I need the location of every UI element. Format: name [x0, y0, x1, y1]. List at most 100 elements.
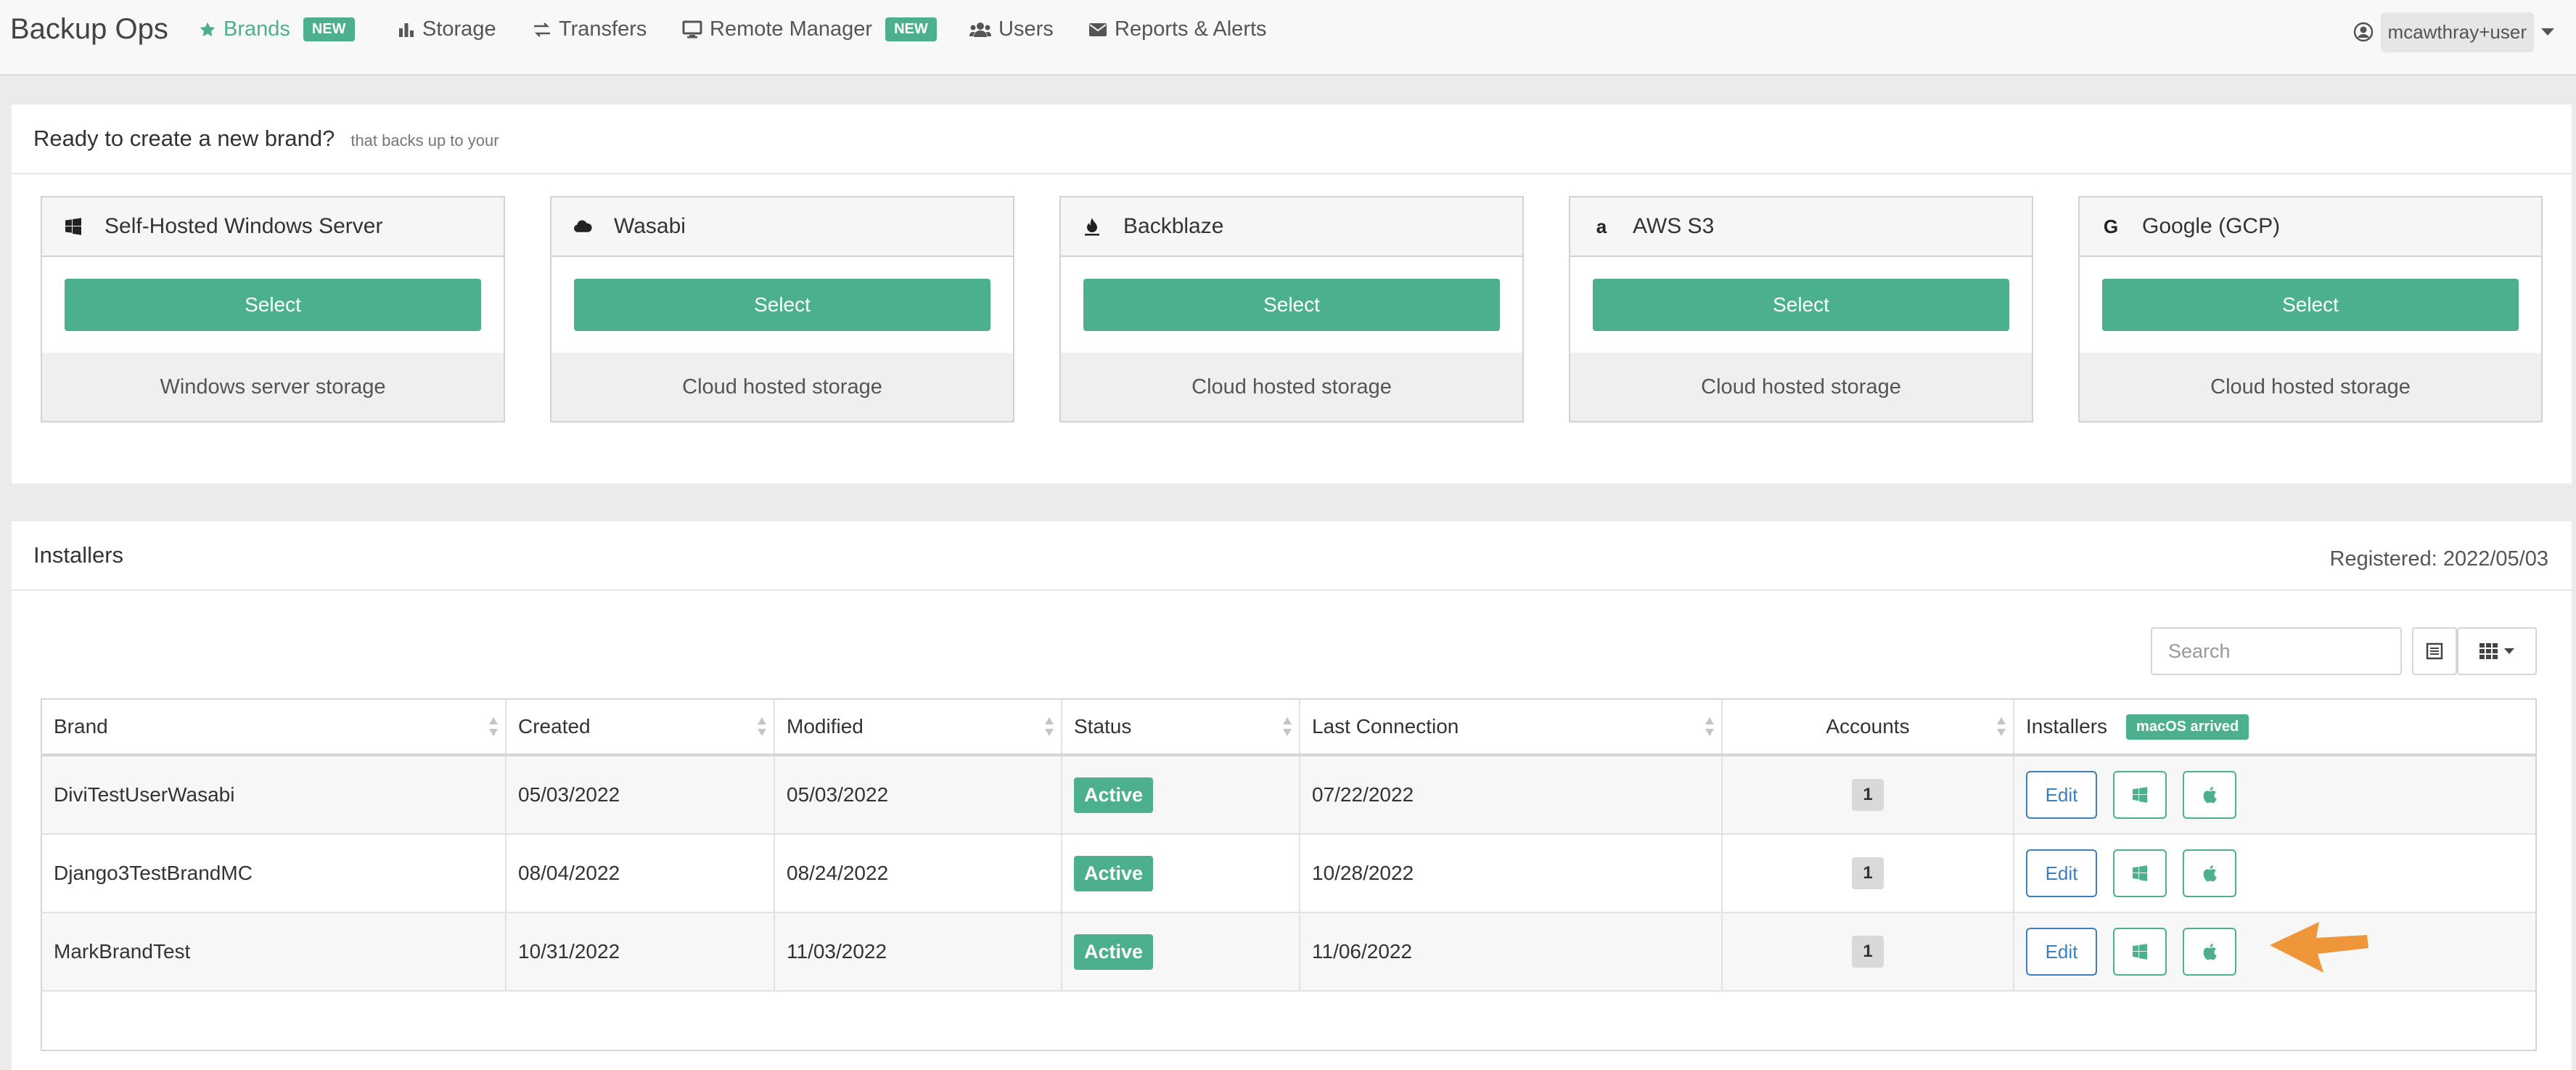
windows-icon — [2132, 944, 2148, 960]
bar-chart-icon — [399, 23, 414, 37]
column-label: Last Connection — [1312, 715, 1459, 738]
card-header: Backblaze — [1061, 197, 1522, 257]
column-label: Accounts — [1826, 715, 1910, 738]
nav-remote-manager[interactable]: Remote Manager NEW — [682, 17, 937, 41]
sort-icon — [1705, 717, 1714, 736]
windows-installer-button[interactable] — [2113, 928, 2167, 976]
card-body: Select — [1570, 257, 2032, 353]
storage-card-aws-s3: a AWS S3 Select Cloud hosted storage — [1569, 196, 2033, 422]
windows-icon — [64, 217, 83, 236]
card-body: Select — [1061, 257, 1522, 353]
cell-accounts: 1 — [1723, 913, 2014, 990]
cloud-icon — [573, 217, 592, 236]
card-header: Wasabi — [551, 197, 1013, 257]
storage-card-google-gcp: G Google (GCP) Select Cloud hosted stora… — [2078, 196, 2543, 422]
cell-accounts: 1 — [1723, 756, 2014, 833]
card-body: Select — [2080, 257, 2541, 353]
panel-subtitle: that backs up to your — [350, 131, 499, 150]
panel-heading: Ready to create a new brand? that backs … — [12, 105, 2572, 174]
card-header: a AWS S3 — [1570, 197, 2032, 257]
storage-card-backblaze: Backblaze Select Cloud hosted storage — [1059, 196, 1524, 422]
panel-heading: Installers — [12, 521, 2572, 591]
cell-created: 05/03/2022 — [506, 756, 775, 833]
column-header-created[interactable]: Created — [506, 700, 775, 754]
nav-label: Storage — [422, 17, 496, 41]
windows-icon — [2132, 865, 2148, 881]
card-header: G Google (GCP) — [2080, 197, 2541, 257]
select-button[interactable]: Select — [65, 279, 481, 331]
annotation-arrow-icon — [2270, 922, 2368, 973]
card-title: AWS S3 — [1633, 214, 1715, 238]
sort-icon — [1045, 717, 1054, 736]
cell-brand: DiviTestUserWasabi — [42, 756, 506, 833]
search-input[interactable] — [2151, 627, 2402, 675]
user-menu[interactable]: mcawthray+user — [2353, 9, 2554, 55]
macos-installer-button[interactable] — [2183, 928, 2236, 976]
table-row: DiviTestUserWasabi 05/03/2022 05/03/2022… — [42, 756, 2535, 835]
select-button[interactable]: Select — [574, 279, 990, 331]
nav-transfers[interactable]: Transfers — [533, 17, 647, 41]
edit-button[interactable]: Edit — [2026, 771, 2097, 819]
windows-installer-button[interactable] — [2113, 849, 2167, 897]
cell-created: 08/04/2022 — [506, 835, 775, 912]
amazon-icon: a — [1596, 215, 1607, 237]
column-label: Modified — [787, 715, 864, 738]
table-header: Brand Created Modified Status Last Conne… — [42, 700, 2535, 756]
macos-installer-button[interactable] — [2183, 849, 2236, 897]
select-button[interactable]: Select — [2102, 279, 2519, 331]
sort-icon — [489, 717, 498, 736]
select-button[interactable]: Select — [1083, 279, 1500, 331]
card-title: Wasabi — [614, 214, 686, 238]
cell-installers: Edit — [2014, 835, 2535, 912]
column-label: Brand — [54, 715, 108, 738]
select-button[interactable]: Select — [1593, 279, 2009, 331]
edit-button[interactable]: Edit — [2026, 849, 2097, 897]
status-badge: Active — [1074, 855, 1154, 891]
nav-storage[interactable]: Storage — [398, 17, 496, 41]
macos-installer-button[interactable] — [2183, 771, 2236, 819]
windows-installer-button[interactable] — [2113, 771, 2167, 819]
cell-modified: 08/24/2022 — [775, 835, 1062, 912]
accounts-count-badge: 1 — [1852, 857, 1884, 889]
column-header-brand[interactable]: Brand — [42, 700, 506, 754]
column-header-accounts[interactable]: Accounts — [1723, 700, 2014, 754]
app-title[interactable]: Backup Ops — [10, 13, 168, 46]
column-label: Installers — [2026, 715, 2108, 738]
list-view-button[interactable] — [2412, 627, 2457, 675]
nav-label: Brands — [223, 17, 290, 41]
sort-icon — [758, 717, 766, 736]
columns-toggle-button[interactable] — [2457, 627, 2537, 675]
nav-reports-alerts[interactable]: Reports & Alerts — [1088, 17, 1267, 41]
installers-panel: Installers Registered: 2022/05/03 Brand … — [12, 521, 2572, 1070]
card-body: Select — [551, 257, 1013, 353]
card-footer: Cloud hosted storage — [1061, 353, 1522, 421]
column-header-modified[interactable]: Modified — [775, 700, 1062, 754]
card-footer: Windows server storage — [42, 353, 504, 421]
user-circle-icon — [2353, 22, 2373, 42]
storage-cards: Self-Hosted Windows Server Select Window… — [41, 196, 2543, 422]
list-view-icon — [2426, 642, 2443, 660]
google-icon: G — [2103, 215, 2119, 237]
users-icon — [969, 22, 991, 37]
nav-brands[interactable]: Brands NEW — [199, 17, 355, 41]
edit-button[interactable]: Edit — [2026, 928, 2097, 976]
nav-label: Reports & Alerts — [1115, 17, 1267, 41]
card-title: Google (GCP) — [2142, 214, 2281, 238]
column-header-last-connection[interactable]: Last Connection — [1300, 700, 1723, 754]
monitor-icon — [682, 20, 702, 38]
column-label: Status — [1074, 715, 1132, 738]
column-header-status[interactable]: Status — [1062, 700, 1300, 754]
table-row: Django3TestBrandMC 08/04/2022 08/24/2022… — [42, 835, 2535, 913]
cell-last-connection: 07/22/2022 — [1300, 756, 1723, 833]
card-footer: Cloud hosted storage — [551, 353, 1013, 421]
username: mcawthray+user — [2380, 12, 2534, 52]
windows-icon — [2132, 787, 2148, 803]
storage-card-windows: Self-Hosted Windows Server Select Window… — [41, 196, 505, 422]
flame-icon — [1083, 217, 1102, 236]
column-header-installers: Installers macOS arrived — [2014, 700, 2535, 754]
card-body: Select — [42, 257, 504, 353]
sort-icon — [1283, 717, 1292, 736]
cell-brand: Django3TestBrandMC — [42, 835, 506, 912]
nav-users[interactable]: Users — [969, 17, 1054, 41]
chevron-down-icon — [2504, 648, 2514, 654]
